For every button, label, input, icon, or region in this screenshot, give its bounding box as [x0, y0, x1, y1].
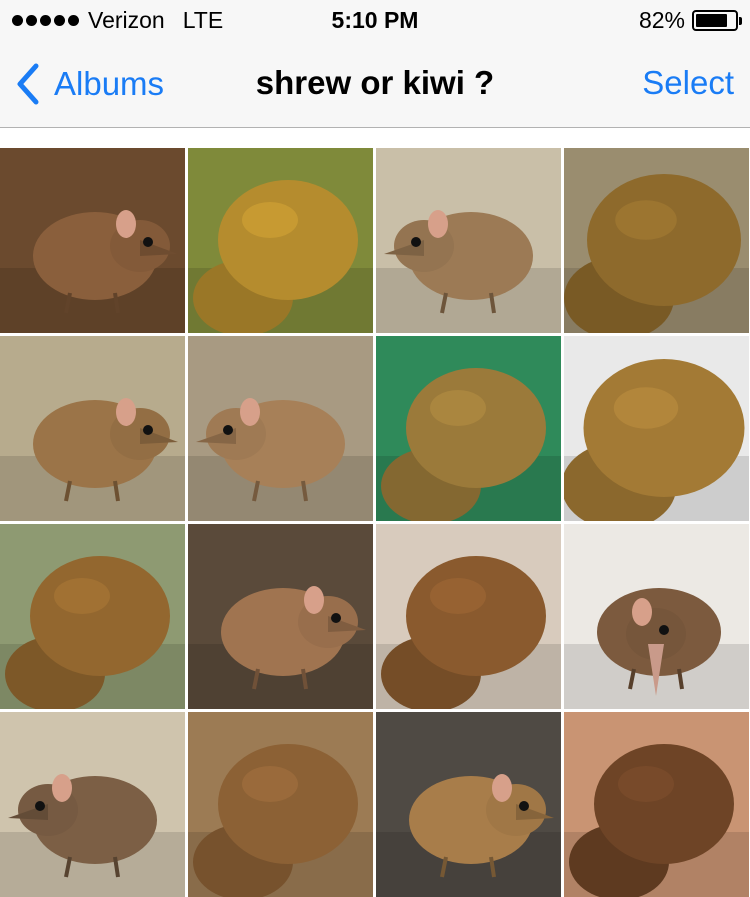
- shrew-photo: [376, 148, 561, 333]
- kiwi-photo: [0, 524, 185, 709]
- photo-thumbnail-kiwi[interactable]: [564, 336, 749, 521]
- photo-thumbnail-shrew[interactable]: [0, 336, 185, 521]
- kiwi-photo: [188, 712, 373, 897]
- photo-thumbnail-shrew[interactable]: [376, 148, 561, 333]
- kiwi-photo: [376, 524, 561, 709]
- shrew-photo: [0, 148, 185, 333]
- kiwi-photo: [188, 148, 373, 333]
- status-right: 82%: [638, 6, 742, 33]
- photo-thumbnail-shrew[interactable]: [376, 712, 561, 897]
- status-bar: Verizon LTE 5:10 PM 82%: [0, 0, 750, 40]
- shrew-photo: [188, 524, 373, 709]
- photo-thumbnail-kiwi[interactable]: [188, 148, 373, 333]
- battery-percentage: 82%: [638, 6, 685, 33]
- album-title: shrew or kiwi ?: [255, 64, 495, 101]
- photo-thumbnail-shrew[interactable]: [0, 712, 185, 897]
- navigation-bar: Albums shrew or kiwi ? Select: [0, 40, 750, 128]
- photo-thumbnail-shrew[interactable]: [0, 148, 185, 333]
- kiwi-photo: [564, 336, 749, 521]
- battery-icon: [692, 9, 742, 31]
- photo-thumbnail-kiwi[interactable]: [376, 336, 561, 521]
- photo-thumbnail-kiwi[interactable]: [564, 712, 749, 897]
- shrew-photo: [564, 524, 749, 709]
- shrew-photo: [0, 712, 185, 897]
- shrew-photo: [0, 336, 185, 521]
- photo-thumbnail-kiwi[interactable]: [376, 524, 561, 709]
- battery-cap: [739, 16, 742, 25]
- photo-thumbnail-kiwi[interactable]: [188, 712, 373, 897]
- shrew-photo: [188, 336, 373, 521]
- kiwi-photo: [376, 336, 561, 521]
- select-button[interactable]: Select: [642, 64, 734, 102]
- photo-thumbnail-shrew[interactable]: [564, 524, 749, 709]
- kiwi-photo: [564, 712, 749, 897]
- status-time: 5:10 PM: [331, 7, 419, 33]
- shrew-photo: [376, 712, 561, 897]
- photo-grid: [0, 148, 750, 897]
- photo-thumbnail-kiwi[interactable]: [564, 148, 749, 333]
- kiwi-photo: [564, 148, 749, 333]
- photo-thumbnail-kiwi[interactable]: [0, 524, 185, 709]
- battery-fill: [696, 13, 728, 27]
- photo-thumbnail-shrew[interactable]: [188, 524, 373, 709]
- photo-thumbnail-shrew[interactable]: [188, 336, 373, 521]
